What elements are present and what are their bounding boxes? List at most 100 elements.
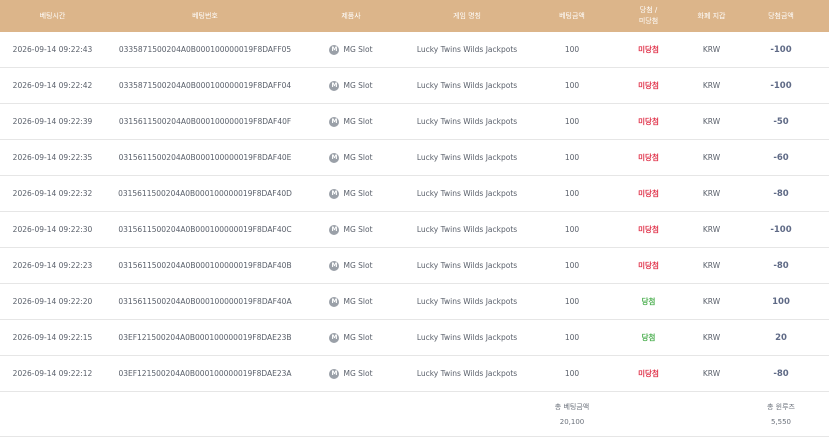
- result-badge: 미당첨: [638, 261, 659, 270]
- result-cell: 미당첨: [607, 103, 690, 140]
- provider-cell: M MG Slot: [305, 211, 397, 248]
- payout-cell: -100: [733, 211, 829, 248]
- table-row[interactable]: 2026-09-14 09:22:42 0335871500204A0B00010…: [0, 67, 829, 104]
- currency: KRW: [690, 319, 733, 356]
- game-name: Lucky Twins Wilds Jackpots: [397, 103, 537, 140]
- payout-cell: 100: [733, 283, 829, 320]
- table-row[interactable]: 2026-09-14 09:22:12 03EF121500204A0B00010…: [0, 355, 829, 392]
- payout-cell: -50: [733, 103, 829, 140]
- payout-cell: 20: [733, 319, 829, 356]
- bet-id: 0315611500204A0B000100000019F8DAF40C: [105, 211, 305, 248]
- currency: KRW: [690, 139, 733, 176]
- bet-id: 0315611500204A0B000100000019F8DAF40D: [105, 175, 305, 212]
- payout-amount: -80: [773, 368, 789, 379]
- result-cell: 미당첨: [607, 139, 690, 176]
- bet-time: 2026-09-14 09:22:39: [0, 103, 105, 140]
- provider-name: MG Slot: [343, 225, 373, 235]
- bet-time: 2026-09-14 09:22:32: [0, 175, 105, 212]
- payout-cell: -100: [733, 32, 829, 68]
- result-cell: 미당첨: [607, 67, 690, 104]
- bet-history-table: 베팅시간 베팅번호 제품사 게임 명칭 베팅금액 당첨 / 미당첨 화폐 지갑 …: [0, 0, 829, 437]
- total-winloss-summary: 총 윈루즈 5,550: [733, 391, 829, 437]
- bet-time: 2026-09-14 09:22:35: [0, 139, 105, 176]
- currency: KRW: [690, 67, 733, 104]
- bet-time: 2026-09-14 09:22:30: [0, 211, 105, 248]
- bet-amount: 100: [537, 67, 607, 104]
- table-row[interactable]: 2026-09-14 09:22:20 0315611500204A0B00010…: [0, 283, 829, 320]
- table-header: 베팅시간 베팅번호 제품사 게임 명칭 베팅금액 당첨 / 미당첨 화폐 지갑 …: [0, 0, 829, 32]
- game-name: Lucky Twins Wilds Jackpots: [397, 355, 537, 392]
- game-name: Lucky Twins Wilds Jackpots: [397, 247, 537, 284]
- mg-provider-icon: M: [329, 260, 340, 271]
- bet-amount: 100: [537, 175, 607, 212]
- provider-name: MG Slot: [343, 81, 373, 91]
- provider-cell: M MG Slot: [305, 175, 397, 212]
- mg-provider-icon: M: [329, 368, 340, 379]
- result-cell: 당첨: [607, 283, 690, 320]
- table-row[interactable]: 2026-09-14 09:22:30 0315611500204A0B00010…: [0, 211, 829, 248]
- result-badge: 미당첨: [638, 81, 659, 90]
- bet-id: 0315611500204A0B000100000019F8DAF40E: [105, 139, 305, 176]
- game-name: Lucky Twins Wilds Jackpots: [397, 139, 537, 176]
- bet-time: 2026-09-14 09:22:23: [0, 247, 105, 284]
- table-row[interactable]: 2026-09-14 09:22:15 03EF121500204A0B00010…: [0, 319, 829, 356]
- provider-name: MG Slot: [343, 117, 373, 127]
- game-name: Lucky Twins Wilds Jackpots: [397, 211, 537, 248]
- bet-time: 2026-09-14 09:22:15: [0, 319, 105, 356]
- game-name: Lucky Twins Wilds Jackpots: [397, 67, 537, 104]
- table-row[interactable]: 2026-09-14 09:22:35 0315611500204A0B00010…: [0, 139, 829, 176]
- table-body: 2026-09-14 09:22:43 0335871500204A0B00010…: [0, 32, 829, 392]
- provider-cell: M MG Slot: [305, 355, 397, 392]
- bet-id: 0315611500204A0B000100000019F8DAF40A: [105, 283, 305, 320]
- mg-provider-icon: M: [329, 80, 340, 91]
- table-row[interactable]: 2026-09-14 09:22:39 0315611500204A0B00010…: [0, 103, 829, 140]
- result-cell: 미당첨: [607, 247, 690, 284]
- payout-amount: 100: [772, 296, 790, 307]
- provider-cell: M MG Slot: [305, 139, 397, 176]
- payout-cell: -60: [733, 139, 829, 176]
- bet-time: 2026-09-14 09:22:42: [0, 67, 105, 104]
- bet-amount: 100: [537, 355, 607, 392]
- mg-provider-icon: M: [329, 188, 340, 199]
- currency: KRW: [690, 355, 733, 392]
- game-name: Lucky Twins Wilds Jackpots: [397, 319, 537, 356]
- result-cell: 미당첨: [607, 355, 690, 392]
- mg-provider-icon: M: [329, 44, 340, 55]
- bet-time: 2026-09-14 09:22:20: [0, 283, 105, 320]
- result-badge: 당첨: [641, 297, 656, 306]
- header-bet-id: 베팅번호: [105, 0, 305, 32]
- header-provider: 제품사: [305, 0, 397, 32]
- provider-name: MG Slot: [343, 297, 373, 307]
- total-bet-summary: 총 베팅금액 20,100: [537, 391, 607, 437]
- header-bet-amount: 베팅금액: [537, 0, 607, 32]
- result-badge: 당첨: [641, 333, 656, 342]
- result-cell: 미당첨: [607, 175, 690, 212]
- currency: KRW: [690, 32, 733, 68]
- provider-name: MG Slot: [343, 333, 373, 343]
- bet-id: 0335871500204A0B000100000019F8DAFF04: [105, 67, 305, 104]
- bet-amount: 100: [537, 283, 607, 320]
- mg-provider-icon: M: [329, 332, 340, 343]
- total-bet-value: 20,100: [559, 418, 585, 426]
- bet-amount: 100: [537, 32, 607, 68]
- currency: KRW: [690, 175, 733, 212]
- provider-cell: M MG Slot: [305, 103, 397, 140]
- header-currency: 화폐 지갑: [690, 0, 733, 32]
- payout-amount: -100: [770, 80, 792, 91]
- provider-cell: M MG Slot: [305, 32, 397, 68]
- header-bet-time: 베팅시간: [0, 0, 105, 32]
- game-name: Lucky Twins Wilds Jackpots: [397, 175, 537, 212]
- provider-name: MG Slot: [343, 45, 373, 55]
- payout-amount: -50: [773, 116, 789, 127]
- bet-amount: 100: [537, 319, 607, 356]
- provider-name: MG Slot: [343, 369, 373, 379]
- mg-provider-icon: M: [329, 152, 340, 163]
- result-badge: 미당첨: [638, 45, 659, 54]
- bet-id: 0315611500204A0B000100000019F8DAF40F: [105, 103, 305, 140]
- payout-amount: -80: [773, 260, 789, 271]
- bet-id: 03EF121500204A0B000100000019F8DAE23A: [105, 355, 305, 392]
- table-row[interactable]: 2026-09-14 09:22:43 0335871500204A0B00010…: [0, 32, 829, 68]
- provider-name: MG Slot: [343, 153, 373, 163]
- table-row[interactable]: 2026-09-14 09:22:23 0315611500204A0B00010…: [0, 247, 829, 284]
- table-row[interactable]: 2026-09-14 09:22:32 0315611500204A0B00010…: [0, 175, 829, 212]
